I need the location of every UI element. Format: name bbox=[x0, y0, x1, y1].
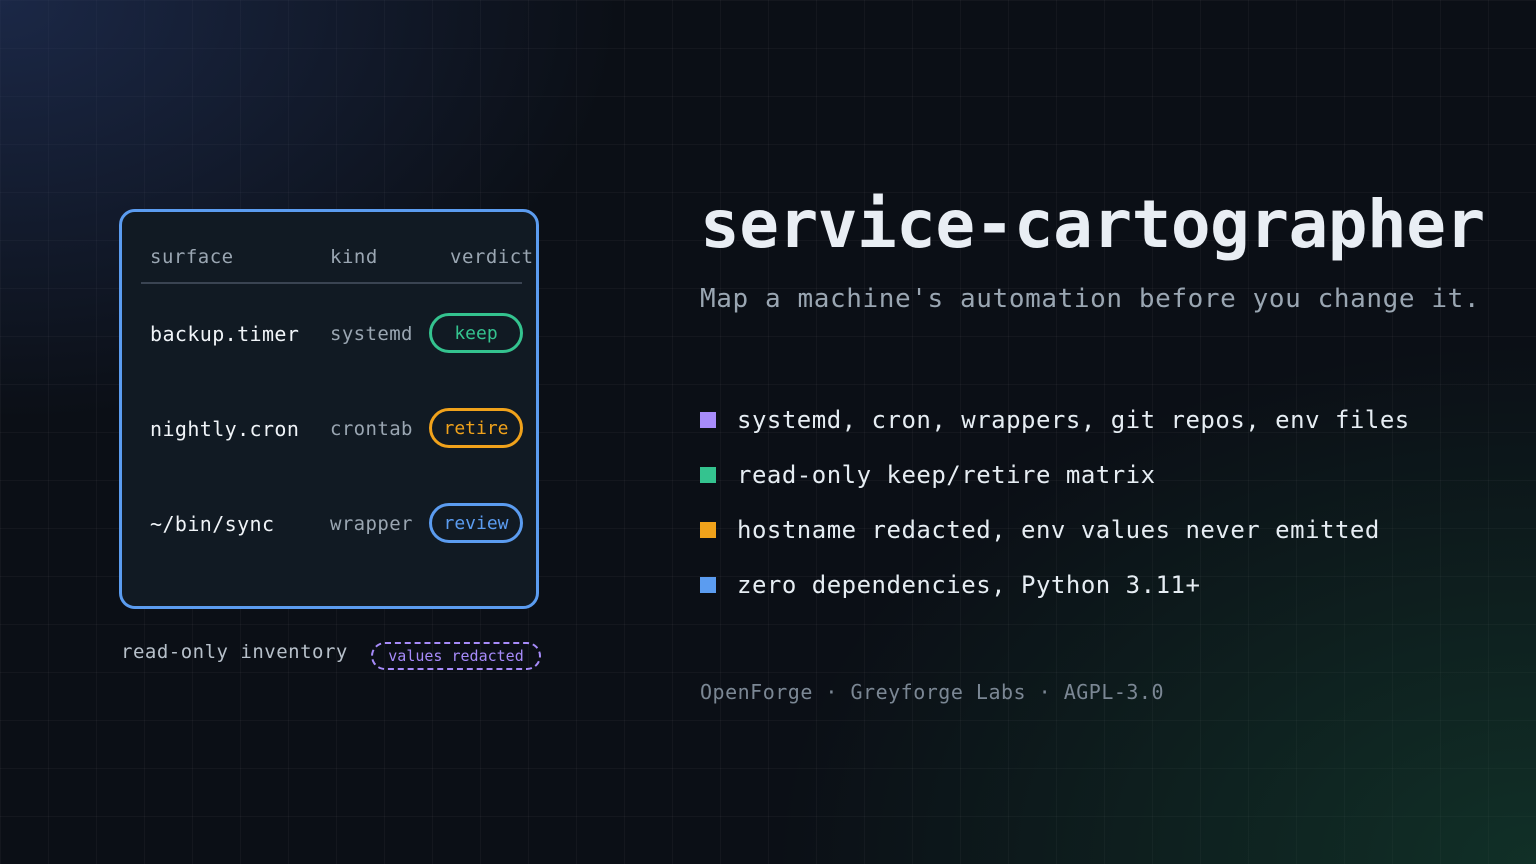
project-tagline: Map a machine's automation before you ch… bbox=[700, 284, 1481, 314]
verdict-label: keep bbox=[454, 322, 498, 344]
column-header-verdict: verdict bbox=[450, 246, 534, 268]
project-title: service-cartographer bbox=[700, 186, 1485, 263]
verdict-badge-keep: keep bbox=[429, 313, 523, 353]
column-header-surface: surface bbox=[150, 246, 234, 268]
feature-item: read-only keep/retire matrix bbox=[700, 447, 1410, 502]
inventory-caption: read-only inventory bbox=[121, 641, 348, 663]
values-redacted-badge: values redacted bbox=[371, 642, 541, 670]
verdict-badge-retire: retire bbox=[429, 408, 523, 448]
project-footer: OpenForge · Greyforge Labs · AGPL-3.0 bbox=[700, 680, 1165, 704]
row-kind: crontab bbox=[330, 418, 413, 440]
feature-list: systemd, cron, wrappers, git repos, env … bbox=[700, 392, 1410, 612]
verdict-label: retire bbox=[443, 417, 509, 439]
square-bullet-icon bbox=[700, 466, 716, 483]
row-surface: nightly.cron bbox=[150, 417, 300, 441]
inventory-panel: surface kind verdict backup.timer system… bbox=[119, 209, 539, 609]
row-kind: systemd bbox=[330, 323, 413, 345]
feature-item: hostname redacted, env values never emit… bbox=[700, 502, 1410, 557]
row-surface: ~/bin/sync bbox=[150, 512, 275, 536]
row-kind: wrapper bbox=[330, 513, 413, 535]
square-bullet-icon bbox=[700, 521, 716, 538]
verdict-badge-review: review bbox=[429, 503, 523, 543]
redacted-badge-label: values redacted bbox=[388, 647, 524, 665]
row-surface: backup.timer bbox=[150, 322, 300, 346]
column-header-kind: kind bbox=[330, 246, 378, 268]
feature-item: systemd, cron, wrappers, git repos, env … bbox=[700, 392, 1410, 447]
header-divider bbox=[141, 282, 522, 284]
square-bullet-icon bbox=[700, 411, 716, 428]
verdict-label: review bbox=[443, 512, 509, 534]
square-bullet-icon bbox=[700, 576, 716, 593]
feature-item: zero dependencies, Python 3.11+ bbox=[700, 557, 1410, 612]
feature-text: systemd, cron, wrappers, git repos, env … bbox=[737, 405, 1410, 434]
feature-text: zero dependencies, Python 3.11+ bbox=[737, 570, 1201, 599]
feature-text: hostname redacted, env values never emit… bbox=[737, 515, 1380, 544]
feature-text: read-only keep/retire matrix bbox=[737, 460, 1156, 489]
